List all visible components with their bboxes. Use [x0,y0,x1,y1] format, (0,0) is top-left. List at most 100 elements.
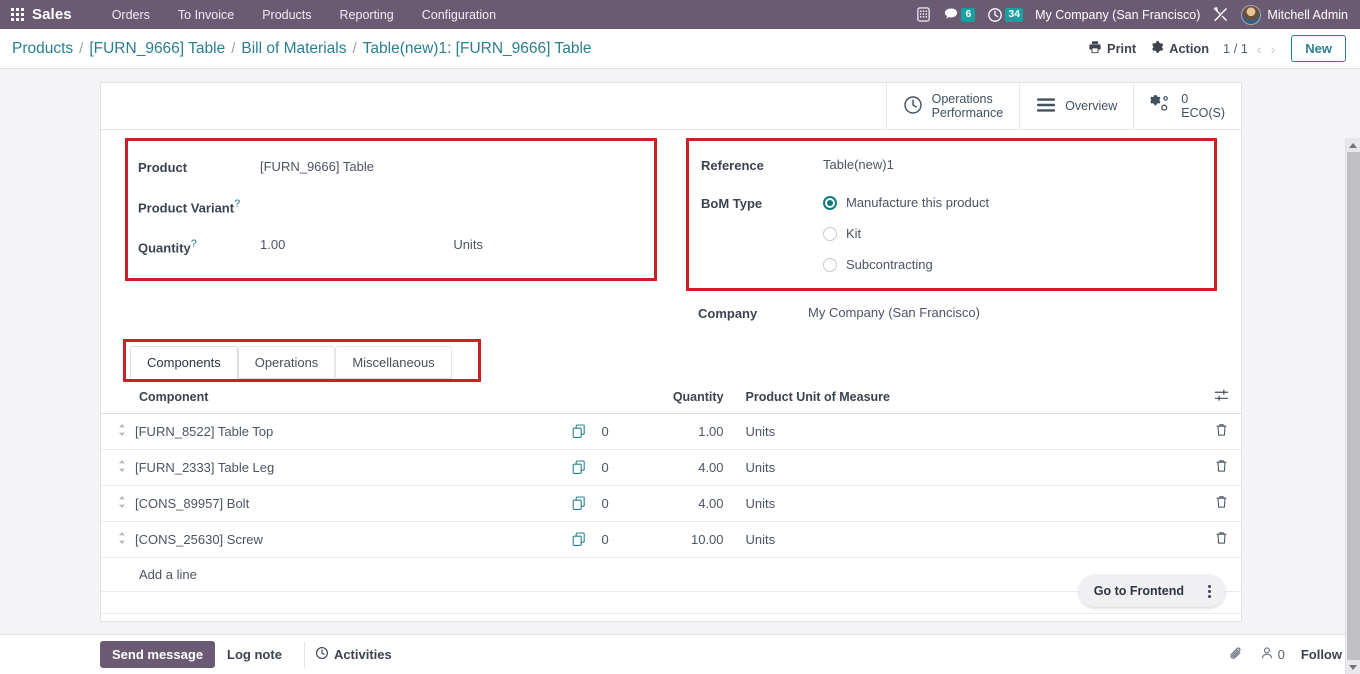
tab-components[interactable]: Components [130,346,238,379]
user-name: Mitchell Admin [1267,7,1348,22]
send-message-button[interactable]: Send message [100,641,216,668]
scroll-down-button[interactable] [1346,660,1360,674]
drag-handle-icon[interactable] [101,485,131,522]
attachment-button[interactable] [1229,646,1244,664]
cell-component[interactable]: [CONS_89957] Bolt [131,485,558,522]
activities-button[interactable]: Activities [315,646,392,663]
notebook: Components Operations Miscellaneous Comp… [101,339,1241,614]
tab-operations[interactable]: Operations [237,346,336,379]
cell-uom[interactable]: Units [731,413,1201,450]
cell-quantity[interactable]: 10.00 [651,521,732,558]
th-component[interactable]: Component [131,381,558,414]
field-value-reference[interactable]: Table(new)1 [823,157,894,172]
nav-item-products[interactable]: Products [248,3,325,27]
vertical-scrollbar[interactable] [1345,138,1360,674]
breadcrumb-current: Table(new)1: [FURN_9666] Table [362,39,592,57]
cell-attachment-count[interactable]: 0 [591,521,652,558]
cell-uom[interactable]: Units [731,449,1201,486]
wrench-screwdriver-icon[interactable] [1212,6,1229,23]
help-tooltip-icon[interactable]: ? [191,238,197,250]
radio-option-manufacture[interactable]: Manufacture this product [823,195,989,210]
field-value-company[interactable]: My Company (San Francisco) [808,305,980,321]
chat-bubble-icon [945,8,958,19]
field-value-quantity-uom[interactable]: Units [453,237,483,252]
log-note-button[interactable]: Log note [215,641,294,668]
stat-button-eco[interactable]: 0 ECO(S) [1133,83,1241,129]
radio-icon[interactable] [823,226,837,241]
table-spacer-row [101,591,1241,614]
th-uom[interactable]: Product Unit of Measure [731,381,1201,414]
followers-button[interactable]: 0 [1260,646,1285,663]
scrollbar-thumb[interactable] [1347,152,1360,672]
add-a-line-button[interactable]: Add a line [101,557,1241,592]
trash-icon[interactable] [1201,413,1241,450]
follow-button[interactable]: Follow [1301,647,1342,662]
trash-icon[interactable] [1201,449,1241,486]
cell-component[interactable]: [FURN_2333] Table Leg [131,449,558,486]
copy-documents-icon[interactable] [557,485,592,522]
table-row[interactable]: [CONS_25630] Screw 0 10.00 Units [101,521,1241,558]
messages-counter[interactable]: 6 [943,7,976,22]
cell-attachment-count[interactable]: 0 [591,449,652,486]
action-button[interactable]: Action [1150,40,1209,57]
add-line-row[interactable]: Add a line [101,557,1241,592]
nav-item-orders[interactable]: Orders [98,3,164,27]
table-row[interactable]: [FURN_8522] Table Top 0 1.00 Units [101,413,1241,450]
cell-component[interactable]: [CONS_25630] Screw [131,521,558,558]
trash-icon[interactable] [1201,521,1241,558]
drag-handle-icon[interactable] [101,521,131,558]
breadcrumb-item-bill-of-materials[interactable]: Bill of Materials [241,40,346,58]
radio-icon[interactable] [823,257,837,272]
nav-item-reporting[interactable]: Reporting [326,3,408,27]
copy-documents-icon[interactable] [557,449,592,486]
tab-miscellaneous[interactable]: Miscellaneous [335,346,452,379]
cell-quantity[interactable]: 1.00 [651,413,732,450]
vertical-dots-icon[interactable] [1196,578,1222,604]
drag-handle-icon[interactable] [101,413,131,450]
help-tooltip-icon[interactable]: ? [234,198,240,210]
user-menu[interactable]: Mitchell Admin [1241,4,1348,25]
field-value-quantity[interactable]: 1.00 [260,237,285,252]
nav-item-to-invoice[interactable]: To Invoice [164,3,248,27]
table-row[interactable]: [FURN_2333] Table Leg 0 4.00 Units [101,449,1241,486]
form-columns: Product [FURN_9666] Table Product Varian… [101,130,1241,321]
radio-option-kit[interactable]: Kit [823,226,989,241]
cell-attachment-count[interactable]: 0 [591,485,652,522]
cell-uom[interactable]: Units [731,521,1201,558]
app-brand-sales[interactable]: Sales [32,6,72,23]
breadcrumb-item-product[interactable]: [FURN_9666] Table [89,40,225,58]
table-row[interactable]: [CONS_89957] Bolt 0 4.00 Units [101,485,1241,522]
optional-columns-toggle[interactable] [1201,381,1241,414]
trash-icon[interactable] [1201,485,1241,522]
chevron-right-icon[interactable]: › [1271,42,1276,56]
company-switcher[interactable]: My Company (San Francisco) [1035,8,1200,22]
stat-button-overview[interactable]: Overview [1019,83,1133,129]
table-body: [FURN_8522] Table Top 0 1.00 Units [FURN… [101,413,1241,614]
stat-button-operations-performance[interactable]: Operations Performance [885,83,1020,129]
scroll-up-button[interactable] [1346,138,1360,152]
copy-documents-icon[interactable] [557,521,592,558]
drag-handle-icon[interactable] [101,449,131,486]
print-button[interactable]: Print [1088,40,1136,57]
table-header-row: Component Quantity Product Unit of Measu… [101,381,1241,414]
nav-item-configuration[interactable]: Configuration [408,3,510,27]
cell-component[interactable]: [FURN_8522] Table Top [131,413,558,450]
go-to-frontend-button[interactable]: Go to Frontend [1081,579,1196,603]
chevron-left-icon[interactable]: ‹ [1257,42,1262,56]
notebook-tab-list: Components Operations Miscellaneous [130,346,474,379]
cell-quantity[interactable]: 4.00 [651,485,732,522]
radio-icon-selected[interactable] [823,195,837,210]
apps-grid-icon[interactable] [6,4,28,26]
phone-keypad-icon[interactable] [916,7,931,22]
breadcrumb-item-products[interactable]: Products [12,40,73,58]
stat-button-bar: Operations Performance Overview 0 ECO(S) [101,83,1241,130]
field-value-product[interactable]: [FURN_9666] Table [260,159,374,174]
new-button[interactable]: New [1291,35,1346,62]
cell-uom[interactable]: Units [731,485,1201,522]
cell-attachment-count[interactable]: 0 [591,413,652,450]
th-quantity[interactable]: Quantity [651,381,732,414]
copy-documents-icon[interactable] [557,413,592,450]
activities-counter[interactable]: 34 [987,7,1024,23]
cell-quantity[interactable]: 4.00 [651,449,732,486]
radio-option-subcontracting[interactable]: Subcontracting [823,257,989,272]
